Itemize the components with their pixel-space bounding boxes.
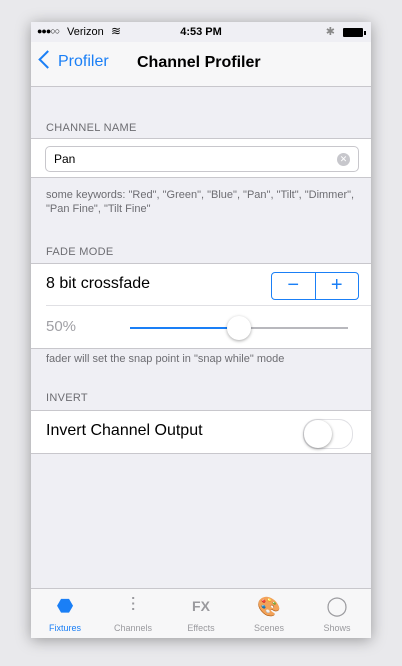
tab-shows[interactable]: ◯ Shows — [303, 589, 371, 638]
fade-mode-stepper[interactable]: − + — [271, 272, 359, 300]
channel-name-header: CHANNEL NAME — [46, 122, 137, 134]
invert-label: Invert Channel Output — [46, 422, 203, 439]
tab-label: Effects — [187, 623, 215, 633]
back-button[interactable]: Profiler — [37, 50, 109, 71]
snap-point-slider[interactable] — [130, 316, 348, 340]
status-time: 4:53 PM — [180, 26, 222, 38]
tab-label: Channels — [113, 623, 153, 633]
invert-toggle[interactable] — [303, 419, 353, 449]
battery-icon — [343, 28, 366, 37]
invert-cell: Invert Channel Output — [31, 410, 371, 454]
tab-label: Scenes — [253, 623, 285, 633]
channels-icon: ⫶ — [130, 595, 136, 616]
fade-mode-footer: fader will set the snap point in "snap w… — [46, 353, 285, 365]
fade-mode-header: FADE MODE — [46, 246, 114, 258]
palette-icon: 🎨 — [257, 597, 281, 618]
channel-name-field[interactable]: Pan ✕ — [45, 146, 359, 172]
decrement-button[interactable]: − — [272, 273, 316, 299]
tab-scenes[interactable]: 🎨 Scenes — [235, 589, 303, 638]
chevron-left-icon — [38, 50, 57, 69]
fade-mode-label: 8 bit crossfade — [46, 275, 151, 292]
fixtures-icon: ⬣ — [56, 596, 74, 617]
status-bar: ●●●○○ Verizon ≋ 4:53 PM ✱ — [31, 22, 371, 42]
shows-icon: ◯ — [326, 596, 348, 617]
page-title: Channel Profiler — [137, 54, 261, 71]
effects-icon: FX — [192, 598, 210, 614]
tab-channels[interactable]: ⫶ Channels — [99, 589, 167, 638]
tab-bar: ⬣ Fixtures ⫶ Channels FX Effects 🎨 Scenes ◯ Shows — [31, 588, 371, 638]
clear-text-icon[interactable]: ✕ — [337, 153, 350, 166]
channel-name-value: Pan — [54, 152, 76, 166]
tab-effects[interactable]: FX Effects — [167, 589, 235, 638]
app-screen: ●●●○○ Verizon ≋ 4:53 PM ✱ Profiler Chann… — [31, 22, 371, 638]
tab-fixtures[interactable]: ⬣ Fixtures — [31, 589, 99, 638]
bluetooth-icon: ✱ — [325, 26, 335, 38]
invert-header: INVERT — [46, 392, 88, 404]
slider-fill — [130, 327, 239, 329]
slider-thumb[interactable] — [227, 316, 251, 340]
channel-name-footer: some keywords: "Red", "Green", "Blue", "… — [46, 189, 355, 215]
snap-percent-label: 50% — [46, 318, 77, 335]
back-button-label: Profiler — [58, 53, 109, 70]
increment-button[interactable]: + — [316, 273, 359, 299]
channel-name-cell: Pan ✕ — [31, 138, 371, 178]
tab-label: Fixtures — [48, 623, 81, 633]
tab-label: Shows — [323, 623, 351, 633]
navigation-bar: Profiler Channel Profiler — [31, 42, 371, 87]
fade-mode-cell: 8 bit crossfade − + 50% — [31, 263, 371, 349]
toggle-knob — [304, 420, 332, 448]
snap-point-row: 50% — [31, 306, 371, 348]
